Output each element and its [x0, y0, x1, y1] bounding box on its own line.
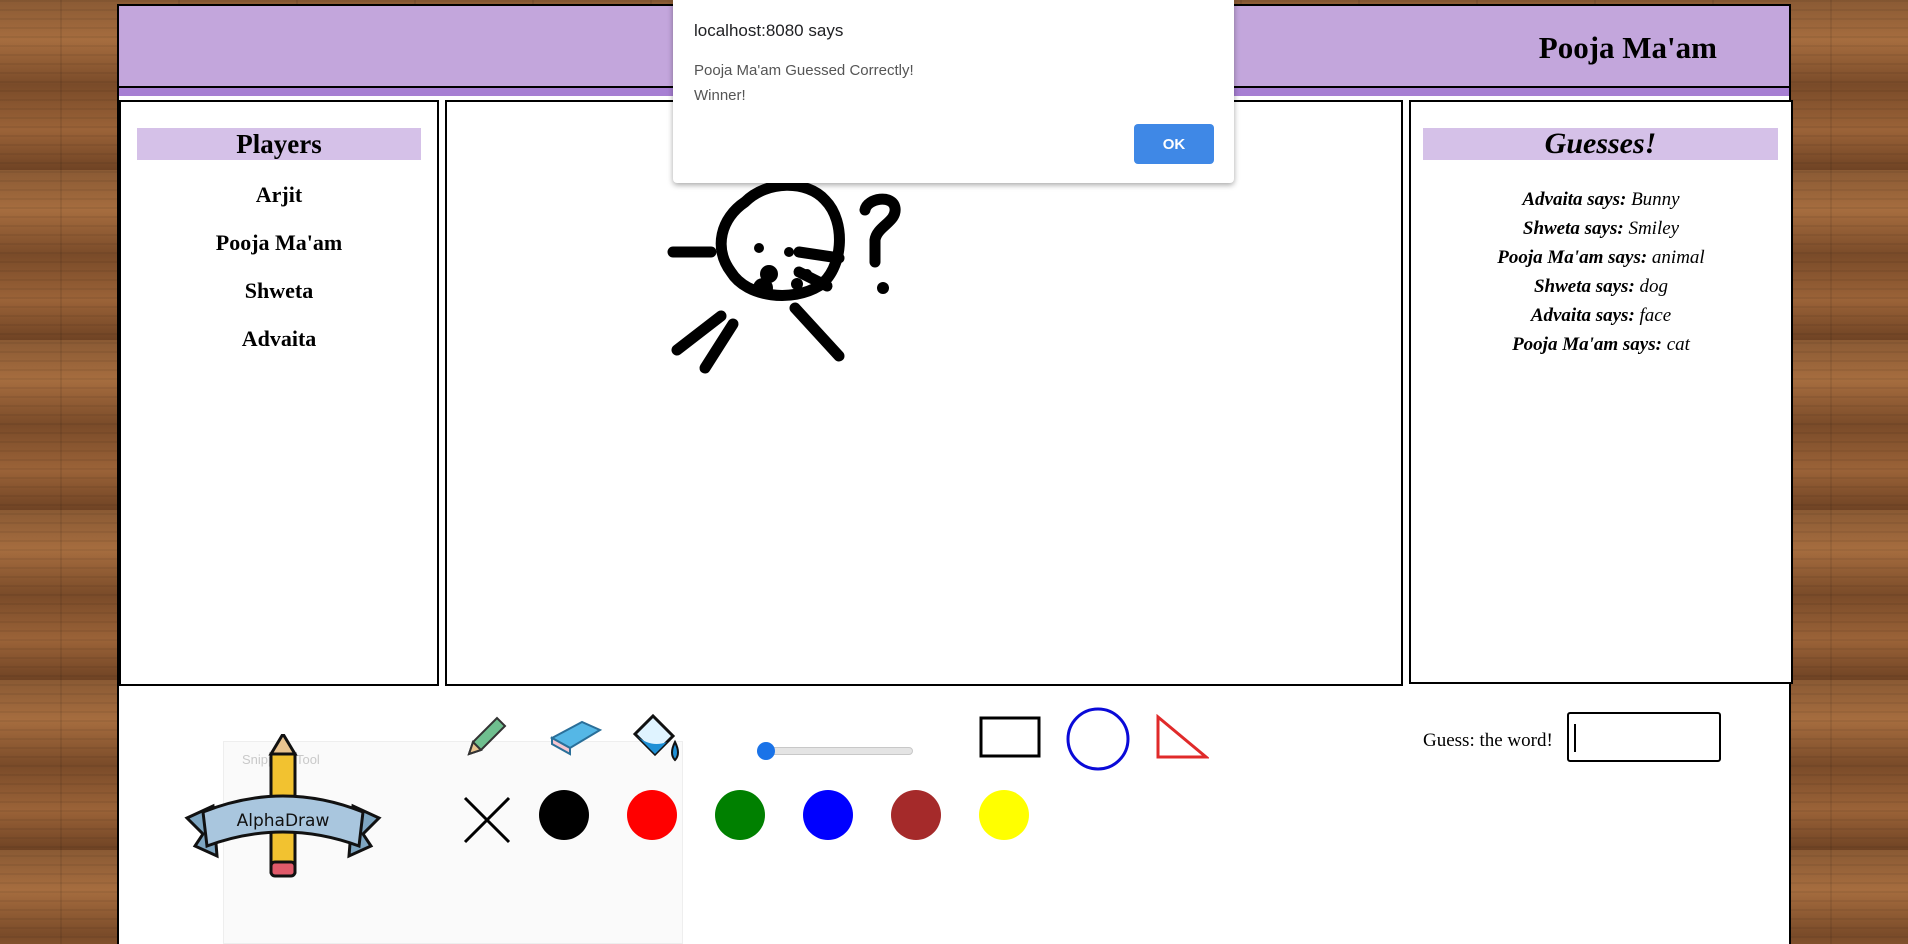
drawing-nose-dot	[753, 278, 773, 298]
color-swatch-black[interactable]	[539, 790, 589, 840]
alphadraw-logo: AlphaDraw	[184, 734, 382, 878]
logo-text: AlphaDraw	[237, 811, 330, 831]
fill-bucket-icon[interactable]	[627, 708, 685, 766]
player-item: Advaita	[241, 326, 317, 351]
drawing-eye-dot	[754, 243, 764, 253]
color-swatch-red[interactable]	[627, 790, 677, 840]
player-item: Shweta	[244, 278, 314, 303]
guesses-panel: Guesses! Advaita says: Bunny Shweta says…	[1409, 100, 1793, 684]
alert-dialog: localhost:8080 says Pooja Ma'am Guessed …	[673, 0, 1234, 183]
guess-word: animal	[1651, 247, 1705, 268]
drawing-whisker-stroke	[793, 246, 845, 264]
drawing-question-dot	[877, 282, 889, 294]
players-panel: Players Arjit Pooja Ma'am Shweta Advaita	[119, 100, 439, 686]
guess-author: Shweta says:	[1522, 218, 1624, 239]
guess-author: Advaita says:	[1530, 305, 1635, 326]
slider-thumb[interactable]	[757, 742, 775, 760]
guess-item: Shweta says: Smiley	[1411, 217, 1791, 246]
guess-author: Pooja Ma'am says:	[1497, 247, 1648, 268]
guess-word: Smiley	[1628, 218, 1680, 239]
color-swatch-brown[interactable]	[891, 790, 941, 840]
guess-word: dog	[1639, 276, 1669, 297]
dialog-title: localhost:8080 says	[694, 21, 844, 40]
guess-author: Advaita says:	[1522, 189, 1627, 210]
guess-word: Bunny	[1631, 189, 1680, 210]
player-item: Pooja Ma'am	[215, 230, 343, 255]
dialog-message: Pooja Ma'am Guessed Correctly! Winner!	[694, 58, 914, 108]
dialog-message-line: Winner!	[694, 87, 746, 104]
guess-item: Pooja Ma'am says: animal	[1411, 246, 1791, 275]
ok-button[interactable]: OK	[1134, 124, 1214, 164]
guess-list: Advaita says: Bunny Shweta says: Smiley …	[1411, 188, 1791, 362]
players-title: Players	[137, 128, 421, 160]
guess-author: Pooja Ma'am says:	[1512, 334, 1662, 355]
rectangle-icon[interactable]	[979, 716, 1041, 758]
guess-item: Advaita says: Bunny	[1411, 188, 1791, 217]
clear-canvas-icon[interactable]	[461, 794, 513, 846]
color-swatch-green[interactable]	[715, 790, 765, 840]
drawing-cheek-dot	[802, 269, 812, 279]
pencil-icon[interactable]	[463, 714, 509, 760]
guess-item: Shweta says: dog	[1411, 275, 1791, 304]
slider-track	[757, 747, 913, 755]
guess-label: Guess: the word!	[1423, 730, 1553, 751]
guess-word: cat	[1666, 334, 1690, 355]
drawing-cheek-dot	[791, 278, 803, 290]
color-swatch-yellow[interactable]	[979, 790, 1029, 840]
player-list: Arjit Pooja Ma'am Shweta Advaita	[121, 182, 437, 374]
drawing-question-stroke	[859, 193, 901, 268]
guess-input[interactable]	[1567, 712, 1721, 762]
player-item: Arjit	[255, 182, 303, 207]
circle-icon[interactable]	[1065, 706, 1131, 772]
logo-pencil-tip	[268, 734, 298, 756]
dialog-message-line: Pooja Ma'am Guessed Correctly!	[694, 62, 914, 79]
current-user-name: Pooja Ma'am	[1538, 30, 1717, 65]
drawing-eye-dot	[784, 247, 794, 257]
drawing-canvas[interactable]	[445, 100, 1403, 686]
cat-drawing	[667, 179, 901, 374]
guesses-title: Guesses!	[1423, 128, 1778, 160]
color-swatch-blue[interactable]	[803, 790, 853, 840]
eraser-icon[interactable]	[548, 716, 604, 758]
triangle-icon[interactable]	[1155, 714, 1209, 760]
guess-item: Advaita says: face	[1411, 304, 1791, 333]
guess-word: face	[1639, 305, 1672, 326]
brush-size-slider[interactable]	[757, 740, 913, 760]
logo-pencil-eraser	[269, 860, 297, 878]
drawing-whisker-stroke	[789, 302, 845, 362]
guess-author: Shweta says:	[1533, 276, 1635, 297]
toolbar: Snipping Tool AlphaDraw Guess: the word!	[119, 688, 1789, 944]
text-caret	[1574, 724, 1576, 752]
guess-item: Pooja Ma'am says: cat	[1411, 333, 1791, 362]
